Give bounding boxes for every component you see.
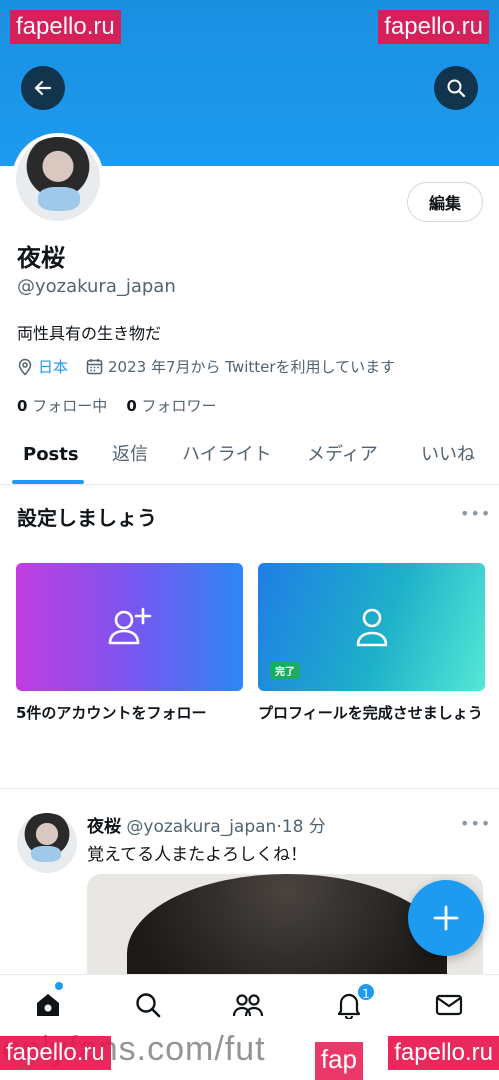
post-text: 覚えてる人またよろしくね！ (87, 845, 308, 865)
notifications-badge: 1 (356, 982, 376, 1002)
display-name: 夜桜 (17, 244, 65, 272)
avatar-mask (38, 187, 80, 211)
calendar-icon (86, 359, 103, 375)
following-label: フォロー中 (32, 397, 108, 415)
post-more-icon[interactable]: ••• (460, 814, 491, 833)
location-icon (18, 358, 32, 376)
setup-more-icon[interactable]: ••• (460, 504, 491, 523)
post-author-handle[interactable]: @yozakura_japan (126, 817, 276, 837)
complete-profile-card[interactable]: 完了 (258, 563, 485, 691)
tab-highlights[interactable]: ハイライト (182, 432, 272, 484)
search-button[interactable] (434, 66, 478, 110)
profile-tabs: Posts 返信 ハイライト メディア いいね (0, 432, 499, 485)
user-handle: @yozakura_japan (17, 276, 176, 297)
nav-home[interactable] (28, 985, 68, 1025)
location-link[interactable]: 日本 (38, 356, 68, 377)
bottom-navigation (0, 974, 499, 1034)
setup-title: 設定しましょう (17, 506, 157, 530)
post-author-name[interactable]: 夜桜 (87, 817, 121, 837)
search-icon (447, 79, 466, 98)
home-unread-dot (55, 982, 63, 990)
follow-accounts-label: 5件のアカウントをフォロー (16, 704, 207, 722)
followers-label: フォロワー (141, 397, 217, 415)
profile-avatar[interactable] (12, 133, 104, 225)
post-avatar[interactable] (17, 813, 77, 873)
following-count: 0 (17, 397, 28, 415)
followers-count: 0 (126, 397, 137, 415)
follow-stats: 0 フォロー中 0 フォロワー (17, 395, 217, 416)
profile-bio: 両性具有の生き物だ (17, 324, 162, 343)
post-image-content (127, 874, 447, 974)
complete-profile-label: プロフィールを完成させましょう (258, 704, 483, 722)
nav-search[interactable] (128, 985, 168, 1025)
following-link[interactable]: 0 フォロー中 (17, 397, 107, 415)
nav-communities[interactable] (228, 985, 268, 1025)
post-header: 夜桜 @yozakura_japan·18 分 (87, 812, 326, 837)
post-time[interactable]: 18 分 (282, 817, 326, 837)
back-button[interactable] (21, 66, 65, 110)
plus-icon (433, 905, 459, 931)
watermark-top-right: fapello.ru (378, 10, 489, 44)
post-avatar-mask (31, 846, 61, 862)
watermark-bottom-right: fapello.ru (388, 1036, 499, 1070)
arrow-left-icon (34, 80, 52, 96)
section-divider (0, 788, 499, 789)
profile-meta: 日本 2023 年7月から Twitterを利用しています (17, 356, 395, 377)
nav-messages[interactable] (429, 985, 469, 1025)
edit-profile-button[interactable]: 編集 (407, 182, 483, 222)
tab-likes[interactable]: いいね (421, 432, 475, 484)
tab-posts[interactable]: Posts (23, 432, 79, 484)
communities-icon (232, 994, 264, 1017)
follow-accounts-card[interactable] (16, 563, 243, 691)
tab-replies[interactable]: 返信 (112, 432, 148, 484)
user-icon (356, 608, 387, 647)
compose-post-button[interactable] (408, 880, 484, 956)
done-badge: 完了 (270, 662, 300, 679)
watermark-bottom-left: fapello.ru (0, 1036, 111, 1070)
active-tab-indicator (12, 480, 84, 484)
add-user-icon (108, 607, 151, 645)
tab-media[interactable]: メディア (307, 432, 378, 484)
join-date: 2023 年7月から Twitterを利用しています (108, 358, 396, 376)
search-icon (136, 993, 161, 1018)
mail-icon (435, 994, 463, 1016)
home-icon (37, 994, 59, 1016)
watermark-bottom-mid: fap (314, 1042, 363, 1080)
followers-link[interactable]: 0 フォロワー (126, 397, 216, 415)
watermark-top-left: fapello.ru (10, 10, 121, 44)
